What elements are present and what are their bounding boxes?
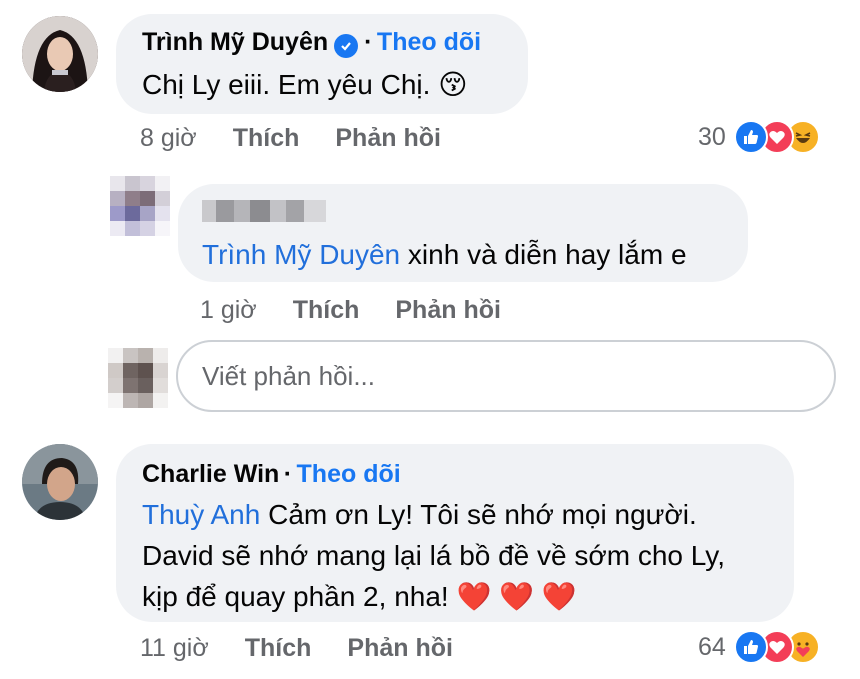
like-icon <box>733 120 768 154</box>
emoji: 😚 <box>438 69 468 100</box>
verified-badge-icon <box>334 34 359 58</box>
like-button[interactable]: Thích <box>293 296 360 325</box>
comment-bubble: Trình Mỹ Duyên xinh và diễn hay lắm e <box>178 184 748 282</box>
blurred-avatar-icon <box>108 348 168 408</box>
profile-photo-icon <box>22 444 98 520</box>
reaction-count: 30 <box>698 122 726 151</box>
blurred-avatar-icon <box>110 176 170 236</box>
avatar[interactable] <box>22 444 98 520</box>
comment-actions: 8 giờ Thích Phản hồi <box>140 124 477 153</box>
like-button[interactable]: Thích <box>233 124 300 153</box>
reply-button[interactable]: Phản hồi <box>335 124 441 153</box>
like-icon <box>733 630 768 664</box>
timestamp[interactable]: 1 giờ <box>200 296 257 325</box>
comment-bubble: Trình Mỹ Duyên · Theo dõi Chị Ly eiii. Em… <box>116 14 528 114</box>
comment-actions: 11 giờ Thích Phản hồi <box>140 634 489 663</box>
avatar <box>108 348 168 408</box>
follow-button[interactable]: Theo dõi <box>297 460 401 488</box>
avatar[interactable] <box>110 176 170 236</box>
comment-author[interactable]: Trình Mỹ Duyên <box>142 28 328 56</box>
reply-button[interactable]: Phản hồi <box>347 634 453 663</box>
comment-actions: 1 giờ Thích Phản hồi <box>200 296 537 325</box>
comment-text: Trình Mỹ Duyên xinh và diễn hay lắm e <box>202 239 687 270</box>
comment-bubble: Charlie Win · Theo dõi Thuỳ Anh Cảm ơn L… <box>116 444 794 622</box>
mention-link[interactable]: Trình Mỹ Duyên <box>202 239 400 270</box>
reactions-summary[interactable]: 64 <box>698 630 820 664</box>
reaction-count: 64 <box>698 632 726 661</box>
avatar[interactable] <box>22 16 98 92</box>
profile-photo-icon <box>22 16 98 92</box>
reply-input-box[interactable] <box>176 340 836 412</box>
like-button[interactable]: Thích <box>245 634 312 663</box>
comment-text: Thuỳ Anh Cảm ơn Ly! Tôi sẽ nhớ mọi người… <box>142 499 726 612</box>
comment-text: Chị Ly eiii. Em yêu Chị. 😚 <box>142 69 468 100</box>
reply-input[interactable] <box>202 360 834 392</box>
timestamp[interactable]: 11 giờ <box>140 634 209 663</box>
reply-button[interactable]: Phản hồi <box>395 296 501 325</box>
heart-emojis: ❤️ ❤️ ❤️ <box>456 581 577 612</box>
reactions-summary[interactable]: 30 <box>698 120 820 154</box>
mention-link[interactable]: Thuỳ Anh <box>142 499 260 530</box>
timestamp[interactable]: 8 giờ <box>140 124 197 153</box>
blurred-author-name <box>202 200 326 222</box>
follow-button[interactable]: Theo dõi <box>377 28 481 56</box>
comment-author[interactable]: Charlie Win <box>142 460 279 488</box>
